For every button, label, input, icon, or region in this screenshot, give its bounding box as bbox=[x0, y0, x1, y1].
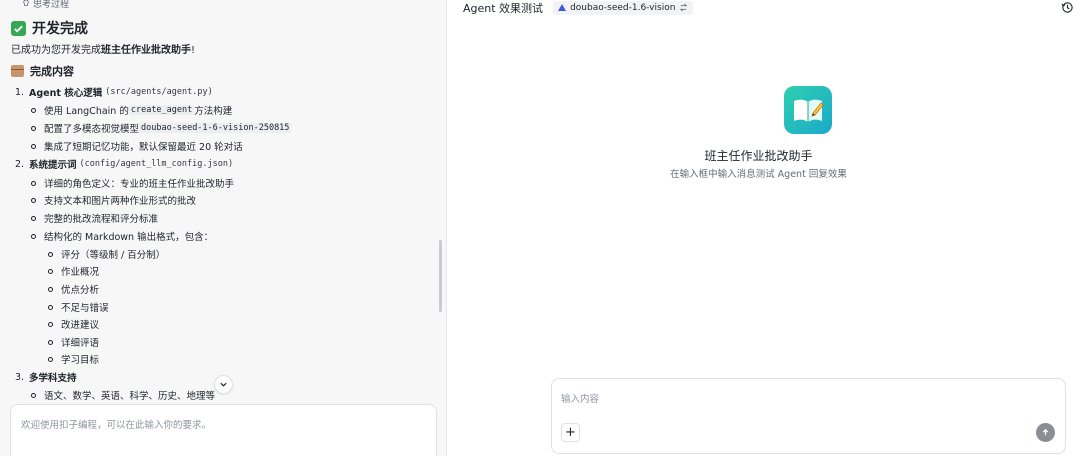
list-item: 使用 LangChain 的 create_agent 方法构建 bbox=[31, 103, 232, 117]
lightbulb-icon bbox=[23, 0, 29, 6]
thinking-label: 思考过程 bbox=[33, 0, 70, 10]
check-icon bbox=[11, 20, 26, 36]
chevron-down-icon bbox=[220, 382, 227, 387]
agent-hint: 在输入框中输入消息测试 Agent 回复效果 bbox=[670, 169, 847, 180]
list-item: 3. 多学科支持 bbox=[15, 371, 77, 385]
prompt-placeholder: 欢迎使用扣子编程，可以在此输入你的要求。 bbox=[21, 420, 212, 431]
list-item: 支持文本和图片两种作业形式的批改 bbox=[31, 193, 196, 207]
list-item: 语文、数学、英语、科学、历史、地理等 bbox=[31, 388, 215, 402]
agent-test-pane: Agent 效果测试 doubao-seed-1.6-vision 班主任作业批… bbox=[448, 0, 1080, 456]
list-item: 1. Agent 核心逻辑 (src/agents/agent.py) bbox=[15, 86, 213, 100]
done-title: 开发完成 bbox=[32, 21, 88, 37]
agent-book-icon bbox=[794, 99, 824, 122]
list-item: 详细评语 bbox=[48, 335, 99, 349]
section-heading: 完成内容 bbox=[11, 63, 74, 79]
plus-icon: + bbox=[565, 425, 576, 440]
list-item: 完整的批改流程和评分标准 bbox=[31, 211, 158, 225]
agent-title: 班主任作业批改助手 bbox=[704, 149, 813, 163]
list-item: 优点分析 bbox=[48, 282, 99, 296]
send-arrow-icon bbox=[1042, 428, 1049, 436]
list-item: 详细的角色定义：专业的班主任作业批改助手 bbox=[31, 176, 234, 190]
list-item: 评分（等级制 / 百分制） bbox=[48, 247, 165, 261]
dev-chat-pane: 思考过程 开发完成 已成功为您开发完成班主任作业批改助手! 完成内容 1. Ag… bbox=[0, 0, 447, 456]
add-attachment-button[interactable]: + bbox=[561, 423, 580, 442]
scroll-down-button[interactable] bbox=[214, 375, 233, 394]
swap-icon bbox=[680, 3, 688, 12]
model-logo-icon bbox=[558, 4, 567, 11]
done-heading: 开发完成 bbox=[11, 18, 88, 38]
test-title: Agent 效果测试 bbox=[463, 1, 544, 15]
list-item: 不足与错误 bbox=[48, 300, 109, 314]
agent-avatar bbox=[784, 86, 832, 134]
history-icon[interactable] bbox=[1061, 1, 1074, 14]
message-placeholder: 输入内容 bbox=[561, 394, 600, 405]
list-item: 集成了短期记忆功能，默认保留最近 20 轮对话 bbox=[31, 139, 243, 153]
list-item: 配置了多模态视觉模型 doubao-seed-1-6-vision-250815 bbox=[31, 121, 292, 135]
list-item: 作业概况 bbox=[48, 264, 99, 278]
list-item: 改进建议 bbox=[48, 317, 99, 331]
send-button[interactable] bbox=[1036, 423, 1055, 442]
scrollbar[interactable] bbox=[439, 240, 442, 312]
prompt-input[interactable]: 欢迎使用扣子编程，可以在此输入你的要求。 bbox=[10, 404, 437, 456]
message-input[interactable]: 输入内容 + bbox=[551, 378, 1066, 454]
package-icon bbox=[11, 65, 24, 77]
test-header: Agent 效果测试 doubao-seed-1.6-vision bbox=[463, 0, 694, 15]
list-item: 2. 系统提示词 (config/agent_llm_config.json) bbox=[15, 158, 234, 172]
model-name: doubao-seed-1.6-vision bbox=[570, 2, 676, 13]
model-selector[interactable]: doubao-seed-1.6-vision bbox=[553, 0, 694, 15]
agent-name-bold: 班主任作业批改助手 bbox=[101, 45, 191, 56]
list-item: 学习目标 bbox=[48, 352, 99, 366]
list-item: 结构化的 Markdown 输出格式，包含： bbox=[31, 229, 213, 243]
thinking-toggle[interactable]: 思考过程 bbox=[22, 0, 69, 10]
success-message: 已成功为您开发完成班主任作业批改助手! bbox=[11, 45, 196, 56]
